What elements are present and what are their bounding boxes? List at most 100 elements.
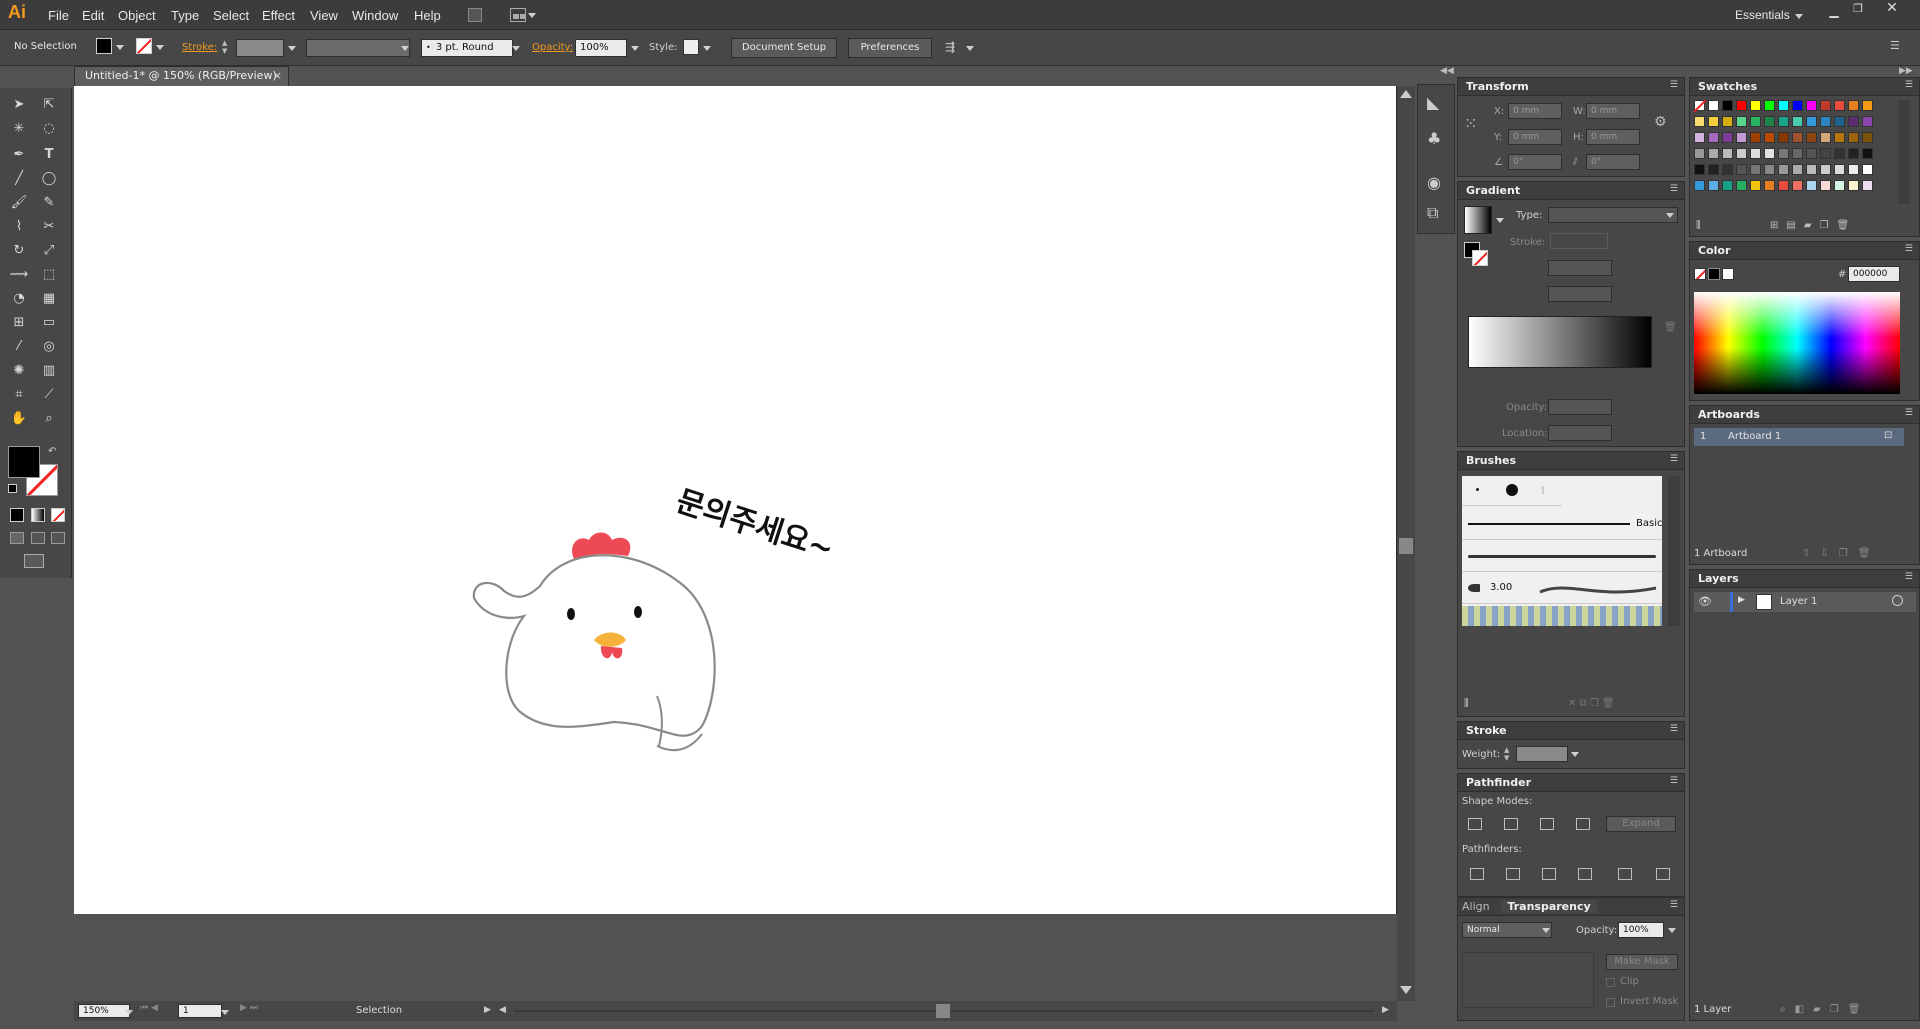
menu-select[interactable]: Select (213, 8, 249, 23)
swatch-item[interactable] (1708, 116, 1719, 127)
menu-help[interactable]: Help (414, 8, 441, 23)
swatch-item[interactable] (1834, 180, 1845, 191)
intersect-icon[interactable] (1540, 818, 1554, 830)
workspace-switcher[interactable]: Essentials (1735, 8, 1790, 22)
swatch-item[interactable] (1722, 148, 1733, 159)
swatch-item[interactable] (1834, 164, 1845, 175)
merge-icon[interactable] (1542, 868, 1556, 880)
swatch-item[interactable] (1848, 132, 1859, 143)
width-tool-icon[interactable]: ⟿ (8, 264, 30, 286)
swatch-item[interactable] (1722, 132, 1733, 143)
change-screen-mode-icon[interactable] (24, 554, 44, 568)
swatch-item[interactable] (1848, 116, 1859, 127)
artboard-actions-icons[interactable]: ⇧⇩❐🗑 (1802, 548, 1880, 559)
blend-mode-dropdown-icon[interactable] (1542, 928, 1550, 933)
swatch-item[interactable] (1792, 180, 1803, 191)
swatch-item[interactable] (1722, 116, 1733, 127)
swatch-item[interactable] (1778, 164, 1789, 175)
gradient-type-select[interactable] (1548, 207, 1678, 223)
swatch-actions-icons[interactable]: ⊞▤▰❐🗑 (1770, 220, 1857, 231)
transparency-opacity-field[interactable]: 100% (1618, 922, 1664, 938)
swatches-panel-menu-icon[interactable]: ☰ (1905, 80, 1913, 90)
color-white-swatch[interactable] (1722, 268, 1734, 280)
swatch-item[interactable] (1764, 100, 1775, 111)
arrange-dropdown-icon[interactable] (528, 13, 536, 18)
stroke-panel-menu-icon[interactable]: ☰ (1670, 724, 1678, 734)
swatch-item[interactable] (1820, 180, 1831, 191)
invert-mask-checkbox[interactable] (1606, 998, 1615, 1007)
collapse-right-dock-icon[interactable]: ▶▶ (1899, 66, 1913, 76)
navigator-panel-icon[interactable]: ◣ (1427, 93, 1439, 112)
swatch-item[interactable] (1806, 100, 1817, 111)
gradient-mode-icon[interactable] (31, 508, 45, 522)
symbols-panel-icon[interactable]: ♣ (1427, 129, 1441, 148)
constrain-proportions-icon[interactable]: ⚙ (1654, 114, 1667, 130)
outline-icon[interactable] (1618, 868, 1632, 880)
gradient-location-field[interactable] (1548, 425, 1612, 441)
swatch-item[interactable] (1778, 132, 1789, 143)
document-tab[interactable]: Untitled-1* @ 150% (RGB/Preview) × (74, 66, 289, 86)
color-panel-header[interactable]: Color (1690, 242, 1919, 260)
swatch-item[interactable] (1834, 132, 1845, 143)
draw-behind-icon[interactable] (31, 532, 45, 544)
gradient-panel-header[interactable]: Gradient (1458, 182, 1684, 200)
swatch-item[interactable] (1806, 132, 1817, 143)
close-window-icon[interactable]: ✕ (1881, 0, 1903, 16)
swatch-item[interactable] (1736, 116, 1747, 127)
style-dropdown-icon[interactable] (703, 46, 711, 51)
brush-library[interactable]: Basic 3.00 (1462, 476, 1662, 626)
transform-w-field[interactable]: 0 mm (1586, 103, 1640, 119)
swatch-item[interactable] (1820, 116, 1831, 127)
swatch-item[interactable] (1848, 180, 1859, 191)
swatch-item[interactable] (1736, 100, 1747, 111)
swap-fill-stroke-icon[interactable]: ↶ (48, 446, 56, 457)
fill-dropdown-icon[interactable] (116, 45, 124, 50)
swatch-item[interactable] (1750, 100, 1761, 111)
zoom-dropdown-icon[interactable] (125, 1010, 133, 1015)
draw-inside-icon[interactable] (51, 532, 65, 544)
menu-edit[interactable]: Edit (82, 8, 104, 23)
mesh-tool-icon[interactable]: ⊞ (8, 312, 30, 334)
swatch-item[interactable] (1820, 132, 1831, 143)
swatch-item[interactable] (1848, 164, 1859, 175)
swatch-item[interactable] (1792, 164, 1803, 175)
gradient-stroke-box[interactable] (1472, 250, 1488, 266)
swatch-grid[interactable] (1693, 99, 1894, 204)
blob-brush-tool-icon[interactable]: ⌇ (8, 216, 30, 238)
eyedropper-tool-icon[interactable]: ⁄ (8, 336, 30, 358)
paintbrush-tool-icon[interactable]: 🖌 (8, 192, 30, 214)
artboards-panel-header[interactable]: Artboards (1690, 406, 1919, 424)
gradient-type-dropdown-icon[interactable] (1666, 213, 1674, 218)
layer-target-icon[interactable] (1892, 595, 1903, 606)
swatch-item[interactable] (1764, 180, 1775, 191)
transform-h-field[interactable]: 0 mm (1586, 129, 1640, 145)
swatch-item[interactable] (1792, 148, 1803, 159)
gradient-aspect-field[interactable] (1548, 286, 1612, 302)
minimize-icon[interactable]: ▁ (1823, 4, 1845, 18)
brush-large-dot[interactable] (1506, 484, 1518, 496)
magic-wand-tool-icon[interactable]: ✳ (8, 118, 30, 140)
scroll-right-icon[interactable]: ▶ (1382, 1005, 1389, 1015)
swatches-scrollbar[interactable] (1898, 100, 1910, 204)
pencil-tool-icon[interactable]: ✎ (38, 192, 60, 214)
blend-tool-icon[interactable]: ◎ (38, 336, 60, 358)
layer-actions-icons[interactable]: ⌕◧▰❐🗑 (1780, 1004, 1869, 1015)
brushes-panel-menu-icon[interactable]: ☰ (1670, 454, 1678, 464)
direct-selection-tool-icon[interactable]: ⇱ (38, 94, 60, 116)
color-spectrum[interactable] (1694, 292, 1900, 394)
rotate-tool-icon[interactable]: ↻ (8, 240, 30, 262)
brush-thin-dot[interactable] (1542, 486, 1544, 494)
variable-width-profile[interactable] (306, 39, 410, 57)
swatch-item[interactable] (1764, 132, 1775, 143)
make-mask-button[interactable]: Make Mask (1606, 954, 1678, 970)
swatch-item[interactable] (1792, 100, 1803, 111)
first-artboard-icon[interactable]: ⏮ ◀ (140, 1003, 158, 1013)
hand-tool-icon[interactable]: ✋ (8, 408, 30, 430)
brush-definition-field[interactable]: • 3 pt. Round (421, 39, 513, 57)
arrange-documents-icon[interactable] (510, 8, 526, 22)
brush-dropdown-icon[interactable] (512, 46, 520, 51)
stroke-label[interactable]: Stroke: (182, 42, 217, 53)
symbol-sprayer-tool-icon[interactable]: ✺ (8, 360, 30, 382)
preferences-button[interactable]: Preferences (848, 38, 932, 58)
slice-tool-icon[interactable]: ⟋ (38, 384, 60, 406)
